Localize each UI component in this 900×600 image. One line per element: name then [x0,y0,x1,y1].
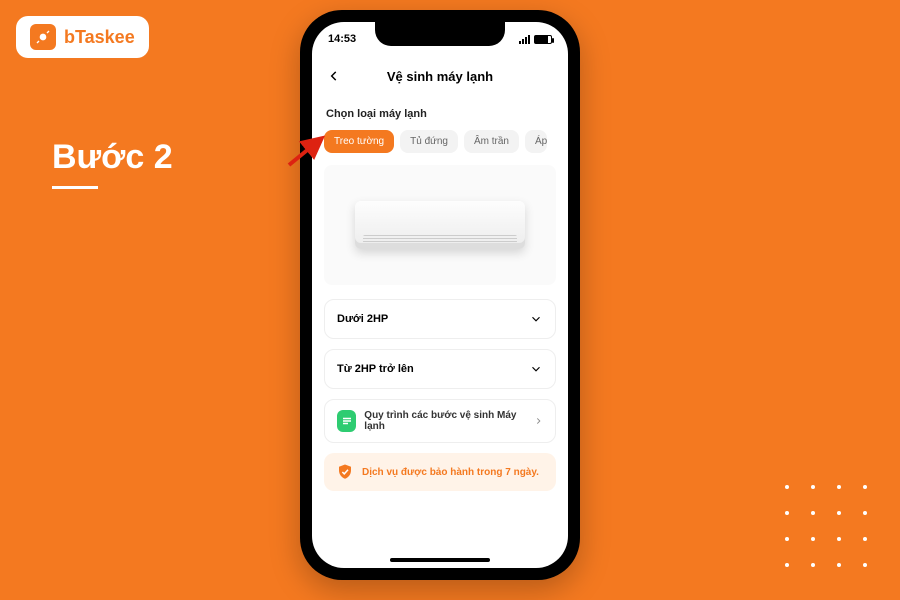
battery-icon [534,35,552,44]
chevron-left-icon [327,69,341,83]
process-link[interactable]: Quy trình các bước vệ sinh Máy lạnh [324,399,556,443]
shield-check-icon [336,463,354,481]
status-time: 14:53 [328,33,356,45]
chevron-down-icon [529,312,543,326]
chevron-down-icon [529,362,543,376]
dropdown-tu-2hp[interactable]: Từ 2HP trở lên [324,349,556,389]
arrow-annotation-icon [284,130,334,170]
ac-type-chips: Treo tường Tủ đứng Âm trần Áp trần [324,130,556,153]
step-underline [52,186,98,189]
warranty-banner: Dịch vụ được bảo hành trong 7 ngày. [324,453,556,491]
section-label: Chọn loại máy lạnh [326,108,556,120]
warranty-label: Dịch vụ được bảo hành trong 7 ngày. [362,467,539,478]
ac-image-preview [324,165,556,285]
brand-logo: bTaskee [16,16,149,58]
step-label: Bước 2 [52,138,173,177]
home-indicator[interactable] [390,558,490,562]
brand-name: bTaskee [64,27,135,48]
process-label: Quy trình các bước vệ sinh Máy lạnh [364,410,518,432]
dropdown-label: Dưới 2HP [337,313,388,325]
dropdown-label: Từ 2HP trở lên [337,363,414,375]
back-button[interactable] [322,64,346,88]
checklist-icon [337,410,356,432]
phone-notch [375,22,505,46]
chip-treo-tuong[interactable]: Treo tường [324,130,394,153]
decorative-dots [782,482,870,570]
brand-mark-icon [30,24,56,50]
chevron-right-icon [534,416,543,426]
chip-am-tran[interactable]: Âm trần [464,130,519,153]
chip-tu-dung[interactable]: Tủ đứng [400,130,458,153]
signal-icon [519,35,530,44]
chip-ap-tran[interactable]: Áp trần [525,130,547,153]
page-title: Vệ sinh máy lạnh [387,69,493,84]
wall-ac-icon [355,201,525,249]
phone-frame: 14:53 Vệ sinh máy lạnh Chọn loại máy lạn… [300,10,580,580]
dropdown-duoi-2hp[interactable]: Dưới 2HP [324,299,556,339]
app-header: Vệ sinh máy lạnh [312,56,568,96]
